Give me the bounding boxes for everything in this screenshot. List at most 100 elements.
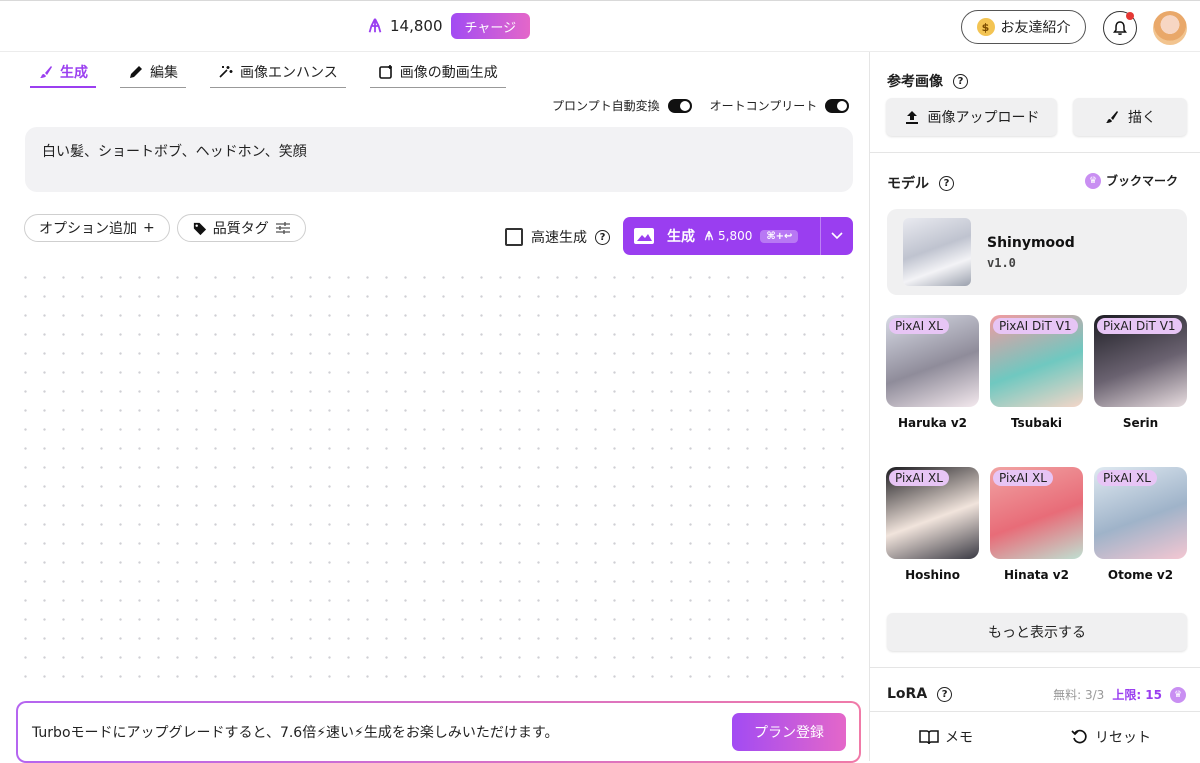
reference-title-label: 参考画像	[887, 74, 943, 90]
prompt-toggles: プロンプト自動変換 オートコンプリート	[552, 97, 850, 114]
tab-label: 画像の動画生成	[399, 65, 498, 81]
tab-label: 画像エンハンス	[240, 65, 338, 81]
draw-button[interactable]: 描く	[1073, 98, 1187, 136]
crown-icon: ♛	[1084, 172, 1101, 189]
turbo-upgrade-banner: Turboモードにアップグレードすると、7.6倍⚡速い⚡生成をお楽しみいただけま…	[16, 701, 861, 763]
video-gen-icon	[378, 65, 392, 79]
model-item-name: Tsubaki	[1010, 416, 1063, 430]
generate-button[interactable]: 生成 5,800 ⌘+↩	[623, 217, 821, 255]
tab-edit[interactable]: 編集	[120, 58, 186, 88]
help-icon[interactable]: ?	[953, 73, 968, 89]
memo-button[interactable]: メモ	[919, 727, 973, 747]
model-item[interactable]: PixAI XL Hoshino	[886, 467, 979, 619]
generate-label: 生成	[667, 229, 695, 245]
model-name: Shinymood	[987, 234, 1075, 251]
model-title: モデル ?	[887, 173, 954, 193]
fast-generation-checkbox[interactable]	[505, 228, 523, 246]
help-icon[interactable]: ?	[937, 686, 953, 702]
panel-divider	[869, 52, 870, 761]
user-avatar[interactable]	[1153, 11, 1187, 45]
model-thumbnail	[903, 218, 971, 286]
reset-label: リセット	[1095, 729, 1151, 746]
model-version: v1.0	[987, 255, 1016, 270]
shortcut-hint: ⌘+↩	[760, 229, 799, 243]
lora-free-count: 無料: 3/3	[1053, 688, 1105, 702]
fast-generation-label: 高速生成	[531, 230, 587, 246]
enhance-icon	[219, 66, 233, 78]
reference-image-title: 参考画像 ?	[887, 71, 968, 91]
autocomplete-switch[interactable]	[825, 98, 850, 113]
model-thumbnail: PixAI DiT V1	[990, 315, 1083, 407]
bookmark-button[interactable]: ♛ ブックマーク	[1084, 172, 1178, 189]
invite-label: お友達紹介	[1000, 20, 1071, 36]
generate-dropdown-button[interactable]	[821, 217, 853, 255]
banner-text: Turboモードにアップグレードすると、7.6倍⚡速い⚡生成をお楽しみいただけま…	[32, 725, 559, 741]
upload-icon	[905, 111, 918, 124]
model-badge: PixAI XL	[1097, 470, 1157, 486]
model-item[interactable]: PixAI XL Hinata v2	[990, 467, 1083, 619]
charge-button[interactable]: チャージ	[450, 13, 531, 39]
upload-image-button[interactable]: 画像アップロード	[886, 98, 1057, 136]
model-badge: PixAI XL	[889, 318, 949, 334]
model-item[interactable]: PixAI DiT V1 Serin	[1094, 315, 1187, 467]
prompt-input[interactable]: 白い髪、ショートボブ、ヘッドホン、笑顔	[25, 127, 853, 192]
memo-label: メモ	[945, 729, 973, 746]
credits-display: 14,800 チャージ	[366, 13, 531, 39]
mode-tabs: 生成 編集 画像エンハンス 画像の動画生成	[30, 58, 506, 88]
prompt-convert-switch[interactable]	[667, 98, 692, 113]
reset-icon	[1071, 729, 1087, 743]
model-badge: PixAI XL	[993, 470, 1053, 486]
results-canvas	[10, 262, 860, 692]
sliders-icon	[275, 222, 290, 234]
add-option-button[interactable]: オプション追加 +	[24, 214, 170, 242]
tab-label: 生成	[60, 65, 88, 81]
generate-cost-value: 5,800	[718, 229, 753, 243]
add-option-label: オプション追加	[39, 221, 137, 237]
tab-video-generate[interactable]: 画像の動画生成	[369, 58, 506, 88]
model-thumbnail: PixAI XL	[1094, 467, 1187, 559]
autocomplete-toggle-row: オートコンプリート	[710, 97, 850, 114]
reset-button[interactable]: リセット	[1071, 727, 1151, 747]
top-bar: 14,800 チャージ $ お友達紹介	[0, 0, 1200, 52]
invite-friends-button[interactable]: $ お友達紹介	[961, 10, 1086, 44]
model-item[interactable]: PixAI DiT V1 Tsubaki	[990, 315, 1083, 467]
quality-tag-button[interactable]: 品質タグ	[176, 214, 306, 242]
lora-title: LoRA ?	[887, 686, 953, 702]
tag-icon	[193, 222, 206, 235]
model-item-name: Hoshino	[905, 568, 960, 582]
lora-title-label: LoRA	[887, 686, 928, 702]
credit-amount: 14,800	[390, 17, 443, 35]
model-item[interactable]: PixAI XL Haruka v2	[886, 315, 979, 467]
plan-register-button[interactable]: プラン登録	[732, 713, 846, 751]
show-more-button[interactable]: もっと表示する	[887, 613, 1187, 651]
bottom-actions: メモ リセット	[870, 711, 1200, 761]
quality-tag-label: 品質タグ	[212, 221, 269, 237]
pencil-icon	[130, 66, 142, 78]
draw-label: 描く	[1128, 110, 1156, 126]
model-item-name: Serin	[1122, 416, 1159, 430]
brush-icon	[1106, 111, 1118, 123]
image-icon	[634, 228, 654, 244]
tab-label: 編集	[150, 65, 178, 81]
model-item-name: Haruka v2	[897, 416, 968, 430]
credit-icon	[368, 18, 382, 33]
tab-enhance[interactable]: 画像エンハンス	[210, 58, 346, 88]
model-item[interactable]: PixAI XL Otome v2	[1094, 467, 1187, 619]
generate-cost: 5,800	[703, 229, 752, 243]
notification-dot	[1126, 12, 1134, 20]
generate-button-group: 生成 5,800 ⌘+↩	[623, 217, 853, 255]
help-icon[interactable]: ?	[595, 229, 610, 245]
model-thumbnail: PixAI XL	[886, 467, 979, 559]
selected-model-card[interactable]: Shinymood v1.0	[887, 209, 1187, 295]
autocomplete-label: オートコンプリート	[709, 99, 818, 113]
model-badge: PixAI DiT V1	[1097, 318, 1182, 334]
option-row: オプション追加 + 品質タグ	[24, 214, 306, 242]
tab-generate[interactable]: 生成	[30, 58, 96, 88]
plus-icon: +	[143, 220, 155, 236]
help-icon[interactable]: ?	[939, 175, 954, 191]
model-badge: PixAI DiT V1	[993, 318, 1078, 334]
section-divider	[870, 152, 1200, 153]
model-title-label: モデル	[887, 176, 929, 192]
credit-icon	[704, 230, 714, 241]
notifications-button[interactable]	[1103, 11, 1137, 45]
